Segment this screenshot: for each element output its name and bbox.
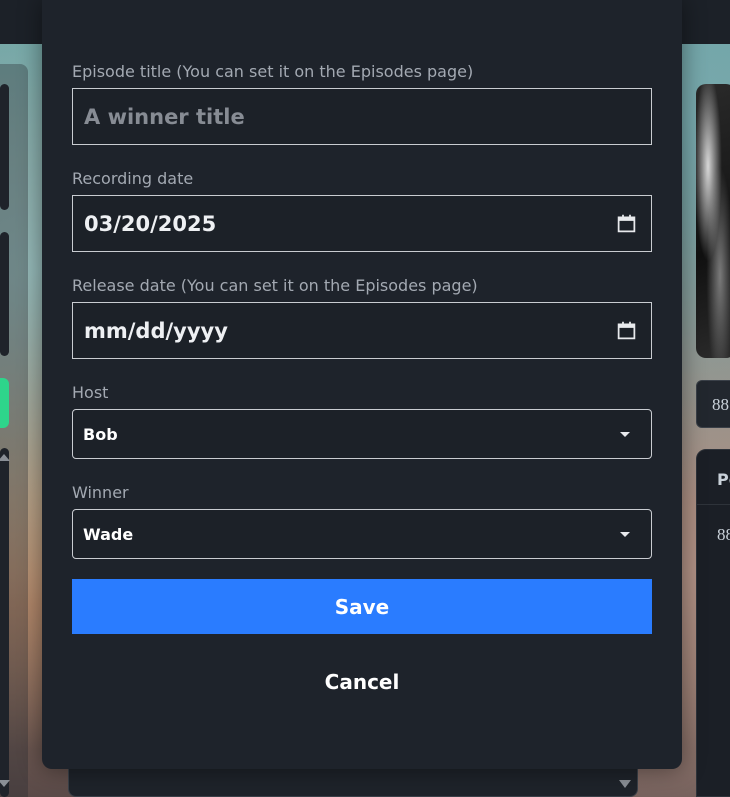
- calendar-icon[interactable]: [616, 320, 637, 341]
- release-date-value: mm/dd/yyyy: [84, 318, 228, 343]
- episode-title-label: Episode title (You can set it on the Epi…: [72, 62, 474, 81]
- save-button[interactable]: Save: [72, 579, 652, 634]
- left-card-1: [0, 84, 9, 210]
- chevron-down-icon: [619, 780, 631, 788]
- winner-label: Winner: [72, 483, 129, 502]
- left-green-tab[interactable]: [0, 378, 9, 428]
- scroll-up-arrow-icon[interactable]: [0, 454, 10, 461]
- background-select: [68, 768, 638, 797]
- chevron-down-icon: [620, 531, 630, 537]
- left-list-panel: [0, 448, 9, 797]
- chevron-down-icon: [620, 431, 630, 437]
- cancel-button[interactable]: Cancel: [272, 662, 452, 702]
- right-profile-image: [696, 84, 730, 358]
- edit-episode-modal: Episode title (You can set it on the Epi…: [42, 0, 682, 769]
- recording-date-input[interactable]: 03/20/2025: [72, 195, 652, 252]
- recording-date-label: Recording date: [72, 169, 194, 188]
- winner-selected-value: Wade: [83, 524, 134, 544]
- host-select[interactable]: Bob: [72, 409, 652, 459]
- episode-title-input[interactable]: [72, 88, 652, 145]
- calendar-icon[interactable]: [616, 213, 637, 234]
- release-date-label: Release date (You can set it on the Epis…: [72, 276, 478, 295]
- scroll-down-arrow-icon[interactable]: [0, 780, 10, 787]
- right-stat-chip: 88: [696, 380, 730, 428]
- host-label: Host: [72, 383, 109, 402]
- right-table-cell: 88: [717, 525, 730, 544]
- right-table: Pc 88: [696, 449, 730, 797]
- recording-date-value: 03/20/2025: [84, 211, 217, 236]
- host-selected-value: Bob: [83, 424, 118, 444]
- release-date-input[interactable]: mm/dd/yyyy: [72, 302, 652, 359]
- right-table-header: Pc: [697, 450, 730, 505]
- winner-select[interactable]: Wade: [72, 509, 652, 559]
- left-card-2: [0, 232, 9, 356]
